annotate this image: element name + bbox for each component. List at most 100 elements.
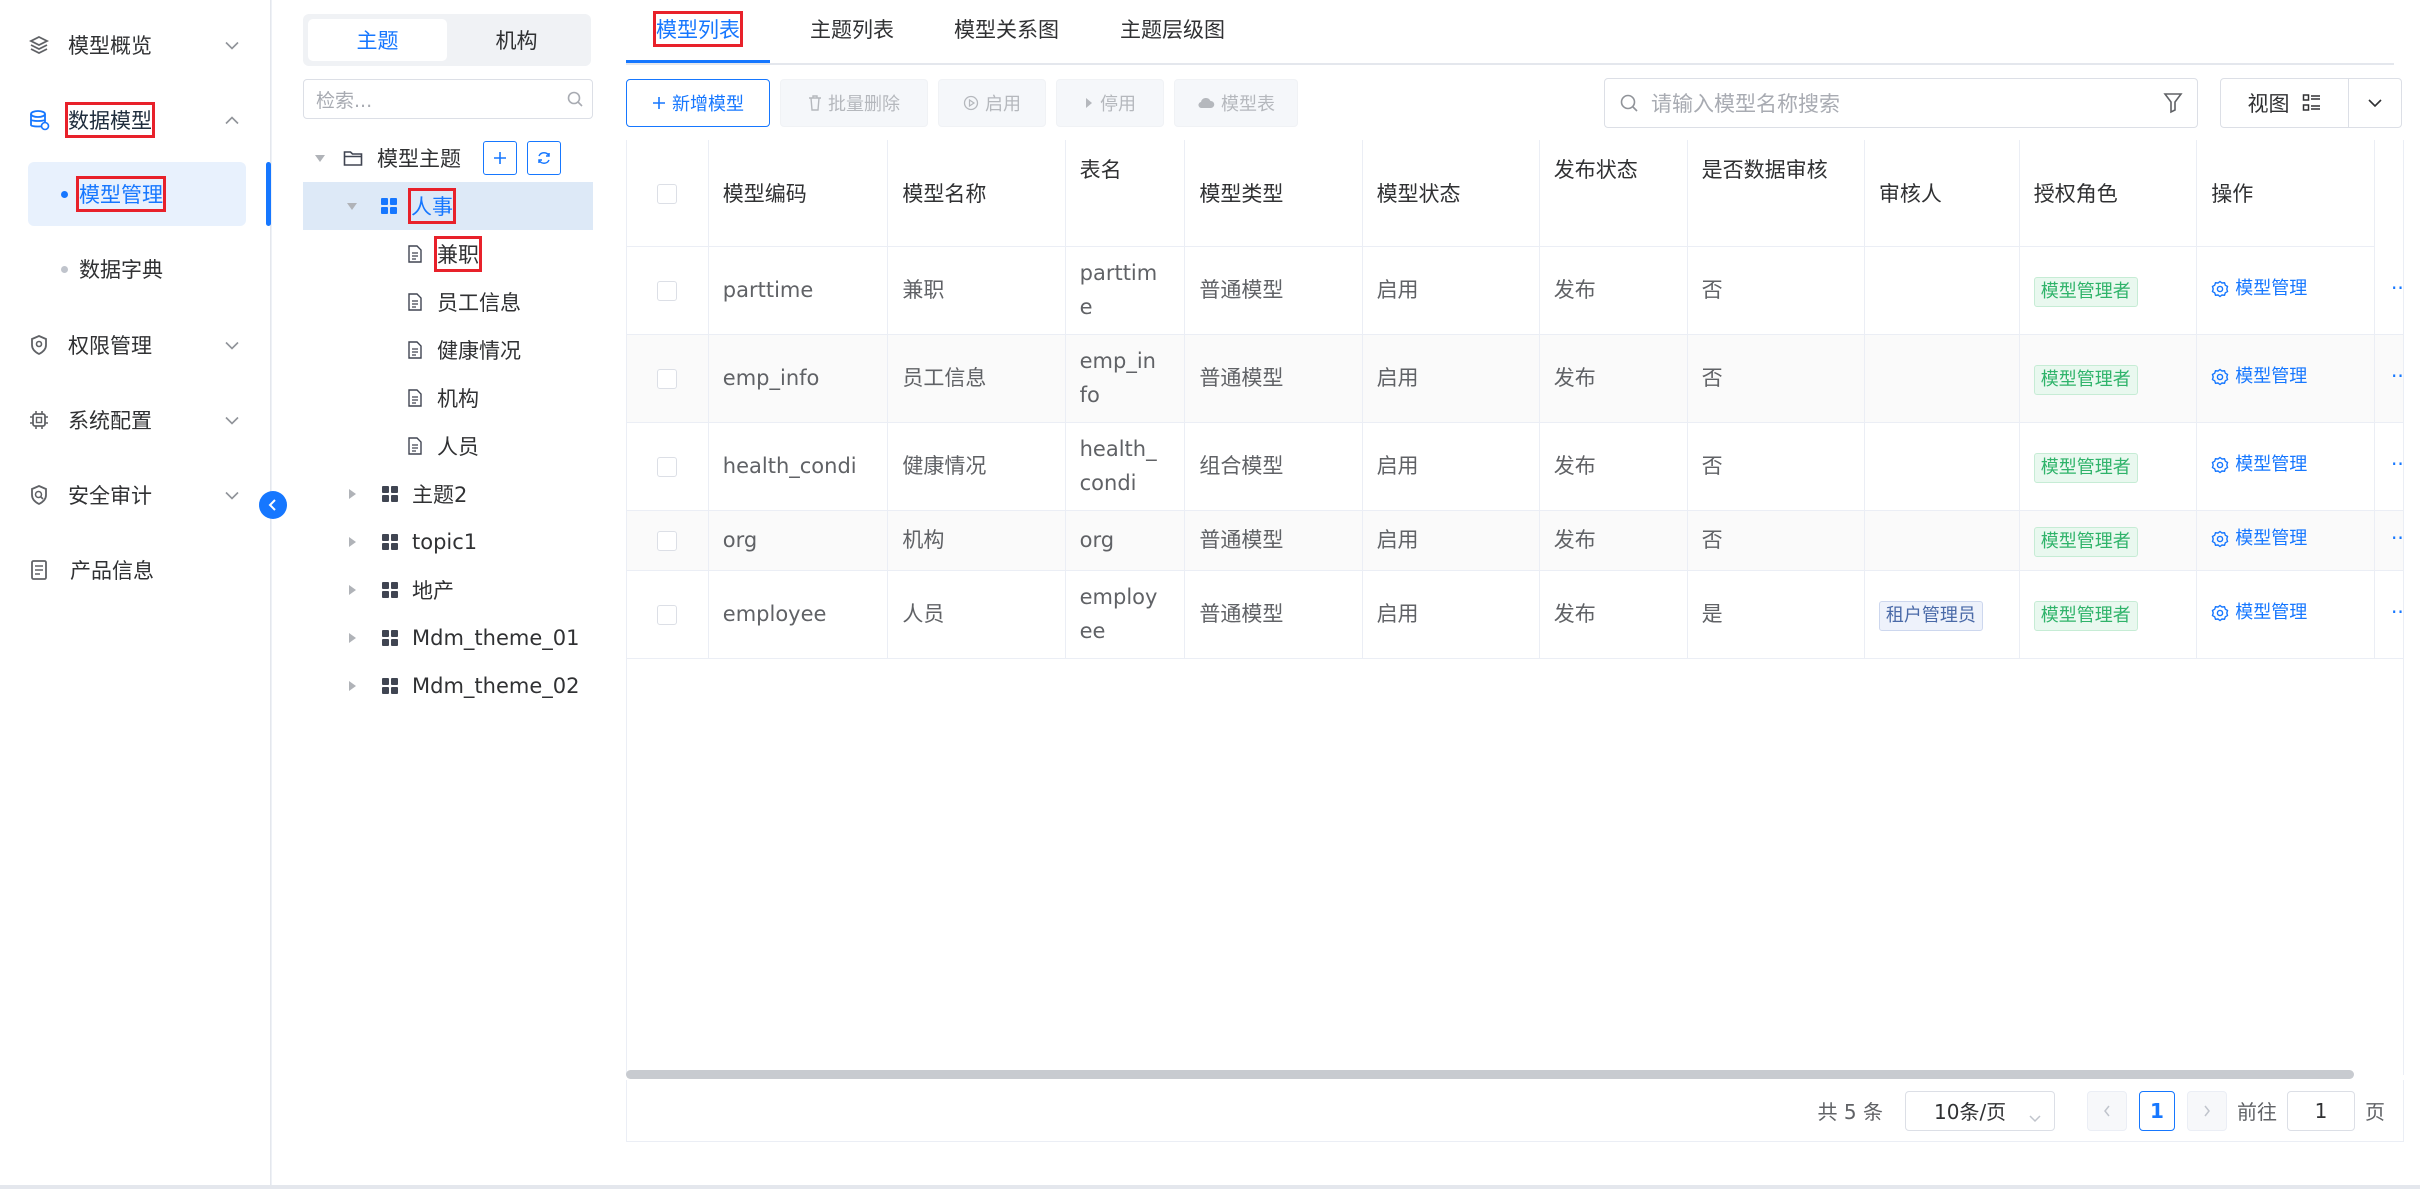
- menu-model-overview[interactable]: 模型概览: [28, 15, 248, 75]
- tree-node-topic[interactable]: topic1: [303, 518, 593, 566]
- submenu-data-dictionary[interactable]: 数据字典: [28, 237, 246, 301]
- table-row[interactable]: health_condi 健康情况 health_ condi 组合模型 启用 发…: [627, 422, 2403, 511]
- prev-page-button[interactable]: [2087, 1090, 2127, 1131]
- more-actions-icon[interactable]: ··: [2391, 276, 2403, 300]
- column-header[interactable]: 是否数据审核: [1687, 140, 1865, 247]
- table-row[interactable]: org 机构 org 普通模型 启用 发布 否 模型管理者 模型管理: [627, 510, 2403, 571]
- menu-permission[interactable]: 权限管理: [28, 315, 248, 375]
- cell-table-line: condi: [1079, 471, 1137, 495]
- cell-type: 组合模型: [1184, 422, 1363, 511]
- caret-right-icon: [349, 633, 356, 643]
- column-header[interactable]: 审核人: [1864, 140, 2020, 247]
- tab-model-relation[interactable]: 模型关系图: [954, 14, 1059, 44]
- enable-label: 启用: [985, 94, 1021, 115]
- pagination: 共 5 条 10条/页 1 前往 1 页: [626, 1080, 2404, 1142]
- view-button[interactable]: 视图: [2221, 79, 2349, 127]
- row-checkbox[interactable]: [657, 531, 678, 551]
- menu-label: 安全审计: [68, 484, 152, 508]
- main-panel: 模型列表 主题列表 模型关系图 主题层级图 新增模型 批量删除 启用 停用 模型…: [610, 0, 2420, 1189]
- segment-org[interactable]: 机构: [447, 19, 586, 61]
- cell-table: health_ condi: [1065, 422, 1186, 511]
- more-actions-icon[interactable]: ··: [2391, 600, 2403, 624]
- menu-product-info[interactable]: 产品信息: [28, 540, 248, 600]
- submenu-label: 模型管理: [76, 176, 166, 212]
- select-all-checkbox[interactable]: [657, 183, 678, 204]
- menu-system-config[interactable]: 系统配置: [28, 390, 248, 450]
- tree-node-model[interactable]: 兼职: [303, 230, 593, 278]
- more-actions-icon[interactable]: ··: [2391, 526, 2403, 550]
- tree-node-model[interactable]: 员工信息: [303, 278, 593, 326]
- cell-name: 人员: [887, 570, 1066, 659]
- refresh-tree-button[interactable]: [527, 141, 561, 175]
- tree-node-model[interactable]: 机构: [303, 374, 593, 422]
- page-size-select[interactable]: 10条/页: [1905, 1090, 2055, 1131]
- manage-model-link[interactable]: 模型管理: [2211, 522, 2307, 556]
- gear-icon: [2211, 368, 2229, 386]
- filter-icon[interactable]: [2163, 92, 2183, 119]
- table-row[interactable]: emp_info 员工信息 emp_in fo 普通模型 启用 发布 否 模型管理…: [627, 334, 2403, 423]
- trash-icon: [809, 95, 821, 111]
- collapse-sidebar-button[interactable]: [259, 491, 287, 519]
- goto-page-input[interactable]: 1: [2287, 1090, 2355, 1131]
- column-header[interactable]: 模型状态: [1362, 140, 1540, 247]
- row-checkbox[interactable]: [657, 369, 678, 389]
- op-label: 模型管理: [2235, 278, 2308, 299]
- tab-topic-list[interactable]: 主题列表: [810, 14, 894, 44]
- column-header[interactable]: 操作: [2196, 140, 2375, 247]
- model-table-button[interactable]: 模型表: [1174, 79, 1298, 127]
- tree-node-model[interactable]: 人员: [303, 422, 593, 470]
- column-header[interactable]: 表名: [1065, 140, 1186, 247]
- caret-down-icon: [347, 202, 357, 210]
- op-label: 模型管理: [2235, 454, 2308, 475]
- cell-table-line: ee: [1079, 619, 1106, 643]
- next-page-button[interactable]: [2187, 1090, 2227, 1131]
- disable-button[interactable]: 停用: [1056, 79, 1164, 127]
- menu-security-audit[interactable]: 安全审计: [28, 465, 248, 525]
- tab-topic-hierarchy[interactable]: 主题层级图: [1120, 14, 1225, 44]
- more-actions-icon[interactable]: ··: [2391, 364, 2403, 388]
- menu-data-model[interactable]: 数据模型: [28, 90, 248, 150]
- tree-node-topic[interactable]: Mdm_theme_01: [303, 614, 593, 662]
- view-dropdown-button[interactable]: [2349, 79, 2401, 127]
- tree-node-model[interactable]: 健康情况: [303, 326, 593, 374]
- column-header[interactable]: 模型名称: [887, 140, 1066, 247]
- tree-panel: 主题 机构 检索... 模型主题 人事 兼职 员工信息 健康情况 机构 人员 主…: [272, 0, 610, 1189]
- tab-model-list[interactable]: 模型列表: [653, 11, 743, 47]
- chevron-up-icon: [224, 111, 240, 130]
- tree-search-input[interactable]: 检索...: [303, 79, 593, 119]
- chevron-down-icon: [224, 36, 240, 55]
- row-checkbox[interactable]: [657, 281, 678, 301]
- model-search-input[interactable]: 请输入模型名称搜索: [1604, 78, 2198, 128]
- plus-icon: [494, 152, 506, 164]
- table-row[interactable]: parttime 兼职 parttim e 普通模型 启用 发布 否 模型管理者 …: [627, 246, 2403, 335]
- enable-button[interactable]: 启用: [938, 79, 1046, 127]
- batch-delete-button[interactable]: 批量删除: [780, 79, 928, 127]
- row-checkbox[interactable]: [657, 605, 678, 625]
- cell-role: 模型管理者: [2019, 570, 2198, 659]
- horizontal-scrollbar[interactable]: [626, 1070, 2354, 1079]
- manage-model-link[interactable]: 模型管理: [2211, 272, 2307, 306]
- add-topic-button[interactable]: [483, 141, 517, 175]
- tree-node-topic[interactable]: 地产: [303, 566, 593, 614]
- row-checkbox[interactable]: [657, 457, 678, 477]
- add-model-button[interactable]: 新增模型: [626, 79, 770, 127]
- chevron-right-icon: [2204, 1105, 2210, 1116]
- segment-topic[interactable]: 主题: [308, 19, 447, 61]
- tree-node-topic[interactable]: 人事: [303, 182, 593, 230]
- manage-model-link[interactable]: 模型管理: [2211, 448, 2307, 482]
- more-actions-icon[interactable]: ··: [2391, 452, 2403, 476]
- tree-node-topic[interactable]: Mdm_theme_02: [303, 662, 593, 710]
- tree-root[interactable]: 模型主题: [303, 134, 593, 182]
- submenu-model-management[interactable]: 模型管理: [28, 162, 246, 226]
- grid-icon: [382, 630, 398, 646]
- page-number-button[interactable]: 1: [2139, 1090, 2175, 1131]
- column-header[interactable]: 授权角色: [2019, 140, 2198, 247]
- manage-model-link[interactable]: 模型管理: [2211, 360, 2307, 394]
- manage-model-link[interactable]: 模型管理: [2211, 596, 2307, 630]
- column-header[interactable]: 模型编码: [708, 140, 889, 247]
- table-row[interactable]: employee 人员 employ ee 普通模型 启用 发布 是 租户管理员 …: [627, 570, 2403, 659]
- column-header[interactable]: 发布状态: [1539, 140, 1688, 247]
- column-header[interactable]: 模型类型: [1184, 140, 1363, 247]
- tab-active-ink: [626, 60, 770, 63]
- tree-node-topic[interactable]: 主题2: [303, 470, 593, 518]
